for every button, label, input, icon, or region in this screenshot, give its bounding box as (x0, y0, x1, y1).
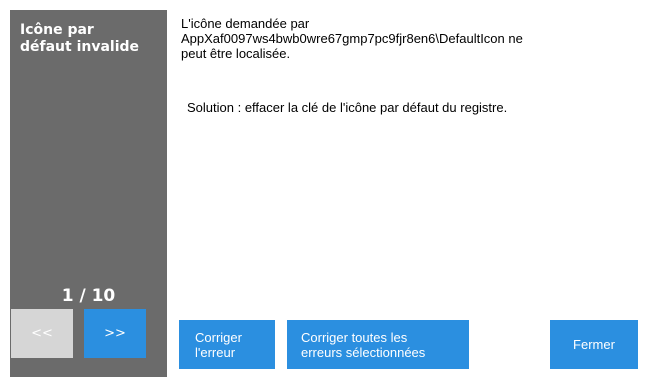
fix-error-label-line2: l'erreur (195, 344, 236, 360)
previous-error-button[interactable]: << (11, 309, 73, 358)
fix-error-label-line1: Corriger (195, 329, 242, 345)
error-counter: 1 / 10 (61, 286, 116, 306)
fix-all-label-line2: erreurs sélectionnées (301, 344, 426, 360)
message-line1: L'icône demandée par (181, 16, 310, 31)
error-message: L'icône demandée par AppXaf0097ws4bwb0wr… (181, 16, 636, 61)
error-title: Icône par défaut invalide (20, 22, 165, 56)
message-line2: AppXaf0097ws4bwb0wre67gmp7pc9fjr8en6\Def… (181, 31, 523, 46)
error-title-line1: Icône par (20, 22, 94, 38)
solution-text: Solution : effacer la clé de l'icône par… (187, 100, 508, 115)
error-title-line2: défaut invalide (20, 39, 140, 55)
next-error-button[interactable]: >> (84, 309, 146, 358)
fix-error-button[interactable]: Corriger l'erreur (179, 320, 275, 369)
message-line3: peut être localisée. (181, 46, 291, 61)
fix-all-selected-button[interactable]: Corriger toutes les erreurs sélectionnée… (287, 320, 469, 369)
close-button[interactable]: Fermer (550, 320, 638, 369)
fix-all-label-line1: Corriger toutes les (301, 329, 408, 345)
